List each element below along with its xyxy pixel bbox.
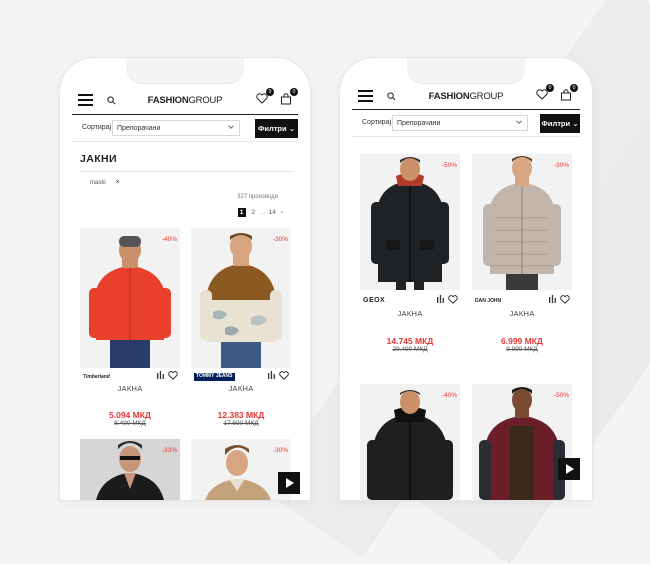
brand-logo[interactable]: FASHIONGROUP [340, 91, 592, 102]
cart-count-badge: 0 [570, 84, 578, 92]
product-name[interactable]: ЈАКНА [80, 384, 180, 393]
discount-badge: -50% [553, 392, 569, 399]
phone-notch [126, 58, 244, 84]
play-video-button[interactable] [558, 458, 580, 480]
wishlist-heart-icon[interactable] [279, 371, 289, 380]
product-name[interactable]: ЈАКНА [360, 309, 460, 318]
product-price: 5.094 МКД [109, 410, 151, 420]
page-ellipsis: ... [260, 209, 266, 216]
product-image[interactable]: -40% [80, 228, 180, 368]
compare-icon[interactable] [157, 371, 164, 379]
filter-button[interactable]: Филтри ⌄ [255, 119, 298, 138]
cart-bag-icon[interactable]: 0 [560, 84, 578, 103]
page-title: ЈАКНИ [80, 153, 117, 165]
product-card[interactable]: -33% [80, 439, 180, 500]
wishlist-heart-icon[interactable] [168, 371, 178, 380]
next-page-arrow-icon[interactable]: › [281, 209, 283, 216]
product-card[interactable]: -50% GEOX ЈАКНА 14.745 МКД 29.490 МКД [360, 154, 460, 359]
product-card[interactable]: -30% [191, 439, 291, 500]
chevron-down-icon [516, 119, 522, 125]
search-icon[interactable] [387, 91, 396, 101]
product-price: 12.383 МКД [217, 410, 265, 420]
product-count: 327 производи [237, 194, 278, 200]
sort-select[interactable]: Препорачани [112, 120, 240, 136]
search-icon[interactable] [107, 95, 116, 105]
chevron-down-icon [228, 124, 234, 130]
wishlist-heart-icon[interactable]: 0 [256, 88, 274, 107]
brand-logo-timberland: Timberland [83, 374, 110, 380]
filter-button[interactable]: Филтри ⌄ [540, 114, 580, 133]
header-divider [352, 109, 580, 110]
product-name[interactable]: ЈАКНА [472, 309, 572, 318]
sort-divider [352, 136, 580, 137]
compare-icon[interactable] [549, 295, 556, 303]
product-card[interactable]: -50% [472, 384, 572, 500]
sort-select[interactable]: Препорачани [392, 115, 528, 131]
product-price: 14.745 МКД [386, 336, 434, 346]
product-card[interactable]: -30% DAN JOHN ЈАКНА 6.999 МКД 9.990 МКД [472, 154, 572, 359]
product-image[interactable]: -30% [191, 228, 291, 368]
page-link[interactable]: 2 [252, 209, 256, 216]
wishlist-count-badge: 0 [266, 88, 274, 96]
product-old-price: 9.990 МКД [506, 346, 538, 353]
discount-badge: -40% [161, 236, 177, 243]
discount-badge: -40% [441, 392, 457, 399]
phone-mockup-left: FASHIONGROUP 0 0 Сортирај Препорачани Фи… [60, 58, 310, 500]
header-divider [72, 114, 298, 115]
title-divider [80, 171, 292, 172]
play-video-button[interactable] [278, 472, 300, 494]
product-image[interactable]: -33% [80, 439, 180, 500]
pagination: 1 2 ... 14 › [237, 208, 288, 217]
site-header: FASHIONGROUP 0 0 [60, 88, 310, 112]
remove-filter-icon[interactable]: × [116, 179, 120, 186]
active-filter-chip[interactable]: maski × [90, 179, 120, 186]
sort-divider [72, 141, 298, 142]
product-image[interactable]: -30% [472, 154, 572, 290]
product-old-price: 29.490 МКД [392, 346, 428, 353]
discount-badge: -33% [161, 447, 177, 454]
discount-badge: -30% [272, 447, 288, 454]
brand-logo-geox: GEOX [363, 297, 386, 304]
site-header: FASHIONGROUP 0 0 [340, 84, 592, 108]
sort-label: Сортирај [362, 119, 392, 126]
brand-logo[interactable]: FASHIONGROUP [60, 95, 310, 106]
wishlist-heart-icon[interactable] [448, 295, 458, 304]
brand-logo-tommy-jeans: TOMMY JEANS [194, 373, 235, 381]
product-price: 6.999 МКД [501, 336, 543, 346]
cart-count-badge: 0 [290, 88, 298, 96]
product-card[interactable]: -40% Timberland ЈАКНА 5.094 МКД 8.490 МК… [80, 228, 180, 433]
product-card[interactable]: -40% [360, 384, 460, 500]
brand-logo-dan-john: DAN JOHN [475, 298, 502, 304]
discount-badge: -30% [272, 236, 288, 243]
menu-icon[interactable] [358, 90, 373, 102]
sort-label: Сортирај [82, 124, 112, 131]
product-old-price: 17.690 МКД [223, 420, 259, 427]
sort-selected-value: Препорачани [397, 120, 441, 127]
product-card[interactable]: -30% TOMMY JEANS ЈАКНА 12.383 МКД 17.690… [191, 228, 291, 433]
sort-bar: Сортирај Препорачани Филтри ⌄ [72, 118, 298, 142]
discount-badge: -30% [553, 162, 569, 169]
product-image[interactable]: -50% [472, 384, 572, 500]
product-name[interactable]: ЈАКНА [191, 384, 291, 393]
wishlist-heart-icon[interactable] [560, 295, 570, 304]
compare-icon[interactable] [437, 295, 444, 303]
product-old-price: 8.490 МКД [114, 420, 146, 427]
product-image[interactable]: -30% [191, 439, 291, 500]
phone-notch [407, 58, 525, 84]
menu-icon[interactable] [78, 94, 93, 106]
page-link-last[interactable]: 14 [269, 209, 276, 216]
phone-mockup-right: FASHIONGROUP 0 0 Сортирај Препорачани Фи… [340, 58, 592, 500]
product-image[interactable]: -40% [360, 384, 460, 500]
compare-icon[interactable] [268, 371, 275, 379]
page-current[interactable]: 1 [237, 208, 246, 217]
wishlist-count-badge: 0 [546, 84, 554, 92]
discount-badge: -50% [441, 162, 457, 169]
sort-bar: Сортирај Препорачани Филтри ⌄ [352, 113, 580, 137]
product-image[interactable]: -50% [360, 154, 460, 290]
cart-bag-icon[interactable]: 0 [280, 88, 298, 107]
sort-selected-value: Препорачани [117, 125, 161, 132]
wishlist-heart-icon[interactable]: 0 [536, 84, 554, 103]
